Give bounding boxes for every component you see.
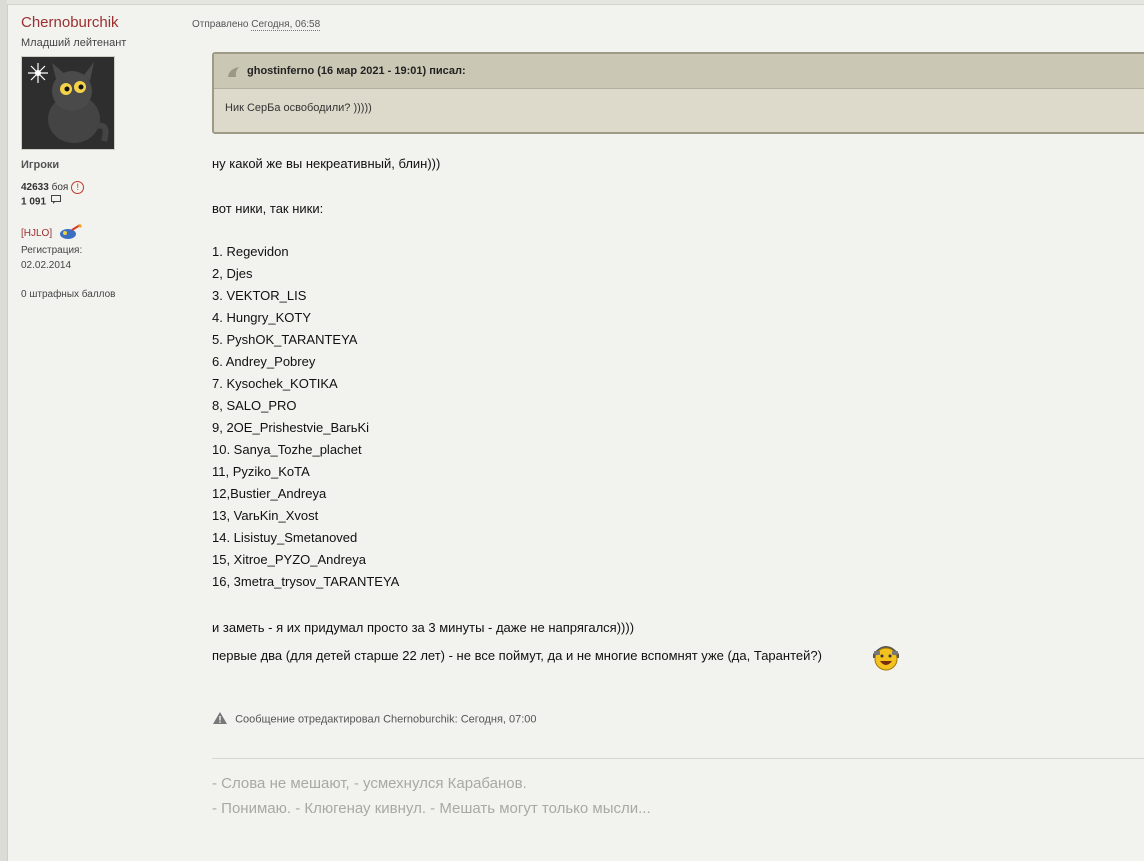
list-item: 11, Pyziko_KoTA (212, 464, 310, 479)
top-border (7, 0, 1144, 5)
list-item: 7. Kysochek_KOTIKA (212, 376, 338, 391)
registration-label: Регистрация: (21, 245, 83, 256)
registration-date: 02.02.2014 (21, 260, 72, 271)
list-item: 13, VarьKin_Xvost (212, 508, 319, 523)
list-item: 14. Lisistuy_Smetanoved (212, 530, 358, 545)
quote-header: ghostinferno (16 мар 2021 - 19:01) писал… (214, 54, 1144, 89)
author-rank: Младший лейтенант (21, 37, 127, 49)
signature-line-2: - Понимаю. - Клюгенау кивнул. - Мешать м… (212, 800, 651, 817)
clan-tag-link[interactable]: [HJLO] (21, 228, 52, 239)
post-line-3: и заметь - я их придумал просто за 3 мин… (212, 620, 635, 635)
chat-icon[interactable] (50, 195, 61, 209)
list-item: 10. Sanya_Tozhe_plachet (212, 442, 362, 457)
smiley-icon (869, 640, 903, 677)
battles-count: 42633 (21, 182, 49, 194)
signature-line-1: - Слова не мешают, - усмехнулся Карабано… (212, 775, 527, 792)
author-name-link[interactable]: Chernoburchik (21, 14, 181, 31)
info-icon[interactable]: ! (71, 181, 85, 194)
edited-text: Сообщение отредактировал Chernoburchik: … (235, 713, 537, 726)
quote-author: ghostinferno (16 мар 2021 - 19:01) писал… (247, 65, 466, 77)
cat-avatar (22, 57, 114, 149)
post-timestamp: Отправлено Сегодня, 06:58 (192, 19, 321, 31)
list-item: 12,Bustier_Andreya (212, 486, 327, 501)
quote-block: ghostinferno (16 мар 2021 - 19:01) писал… (212, 52, 1144, 134)
avatar[interactable] (21, 56, 115, 150)
signature-divider (212, 758, 1144, 759)
quote-text: Ник СерБа освободили? ))))) (225, 102, 372, 114)
list-item: 8, SALO_PRO (212, 398, 297, 413)
edited-note: Сообщение отредактировал Chernoburchik: … (212, 711, 537, 728)
list-item: 6. Andrey_Pobrey (212, 354, 316, 369)
penalty-points: 0 штрафных баллов (21, 289, 116, 300)
warning-icon (212, 711, 228, 728)
quote-icon[interactable] (227, 65, 241, 83)
clan-row: [HJLO] (21, 224, 82, 243)
posted-date-link[interactable]: Сегодня, 06:58 (251, 19, 321, 31)
list-item: 9, 2OE_Prishestvie_BarьKi (212, 420, 370, 435)
clan-emblem-icon[interactable] (58, 224, 82, 243)
post-line-2: вот ники, так ники: (212, 201, 324, 216)
left-border (0, 0, 8, 861)
post-line-4: первые два (для детей старше 22 лет) - н… (212, 648, 822, 663)
author-panel: Chernoburchik Младший лейтенант Игроки 4… (21, 14, 181, 300)
battles-label: боя (51, 182, 69, 194)
list-item: 3. VEKTOR_LIS (212, 288, 307, 303)
registration: Регистрация: 02.02.2014 (21, 243, 82, 273)
author-stats: 42633 боя! 1 091 (21, 181, 85, 210)
posted-prefix: Отправлено (192, 19, 249, 30)
posts-count: 1 091 (21, 196, 47, 208)
post-line-1: ну какой же вы некреативный, блин))) (212, 156, 441, 171)
list-item: 5. PyshOK_TARANTEYA (212, 332, 358, 347)
list-item: 2, Djes (212, 266, 253, 281)
author-group: Игроки (21, 159, 60, 171)
list-item: 15, Xitroe_PYZO_Andreya (212, 552, 366, 567)
list-item: 1. Regevidon (212, 244, 289, 259)
list-item: 16, 3metra_trysov_TARANTEYA (212, 574, 400, 589)
list-item: 4. Hungry_KOTY (212, 310, 311, 325)
